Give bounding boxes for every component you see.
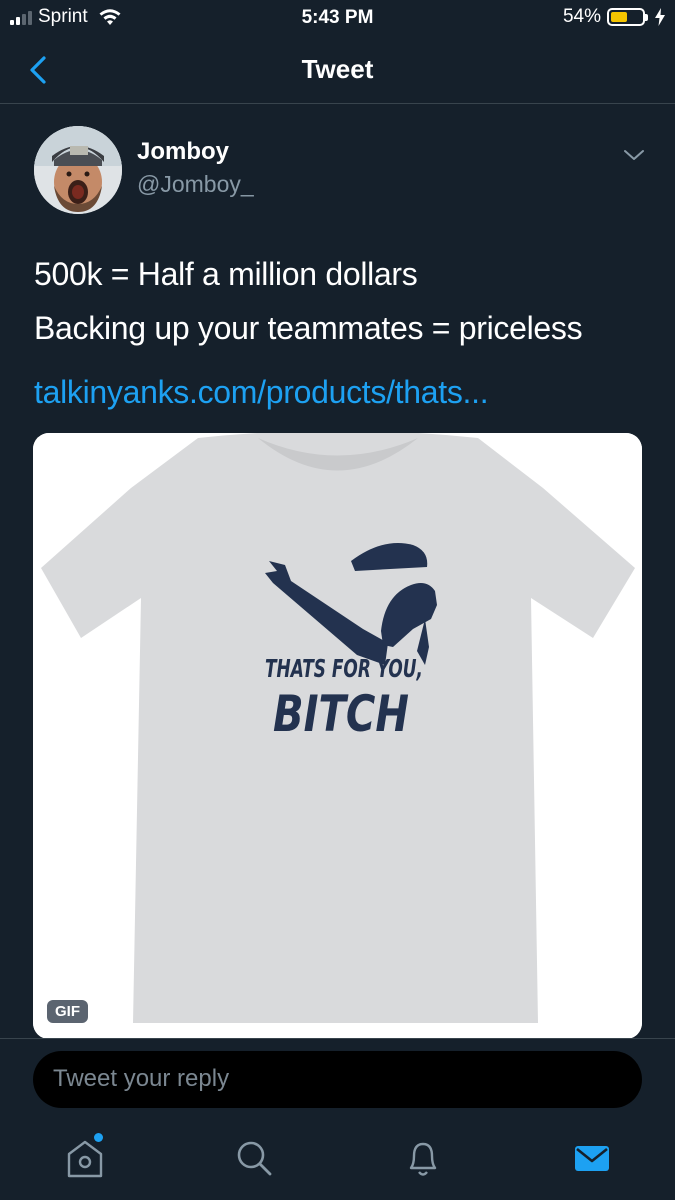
notifications-icon[interactable] [401,1136,445,1180]
home-icon[interactable] [63,1136,107,1180]
tweet-text-line-1: 500k = Half a million dollars [34,256,418,292]
charging-bolt-icon [655,8,665,26]
shirt-text-line-1: THATS FOR YOU, [265,654,423,683]
gif-badge: GIF [47,1000,88,1023]
chevron-down-icon[interactable] [620,144,648,166]
avatar-image [34,126,122,214]
battery-percent: 54% [562,6,601,27]
battery-level-fill [611,12,628,22]
status-bar: Sprint 5:43 PM 54% [0,0,675,36]
author-name[interactable]: Jomboy [137,138,229,166]
tweet-link[interactable]: talkinyanks.com/products/thats... [34,374,489,411]
reply-input[interactable]: Tweet your reply [33,1051,642,1108]
messages-icon[interactable] [570,1136,614,1180]
avatar[interactable] [34,126,122,214]
tshirt-image: THATS FOR YOU, BITCH [33,433,642,1039]
shirt-text-line-2: BITCH [273,685,409,743]
tweet-text-line-2: Backing up your teammates = priceless [34,310,583,346]
status-right: 54% [563,6,665,28]
author-handle[interactable]: @Jomboy_ [137,171,254,198]
page-title: Tweet [301,54,374,84]
reply-bar: Tweet your reply [0,1038,675,1122]
nav-bar: Tweet [0,36,675,104]
home-notification-dot [94,1133,103,1142]
battery-icon [607,8,648,26]
tweet-media-gif[interactable]: THATS FOR YOU, BITCH GIF [33,433,642,1039]
search-icon[interactable] [232,1136,276,1180]
